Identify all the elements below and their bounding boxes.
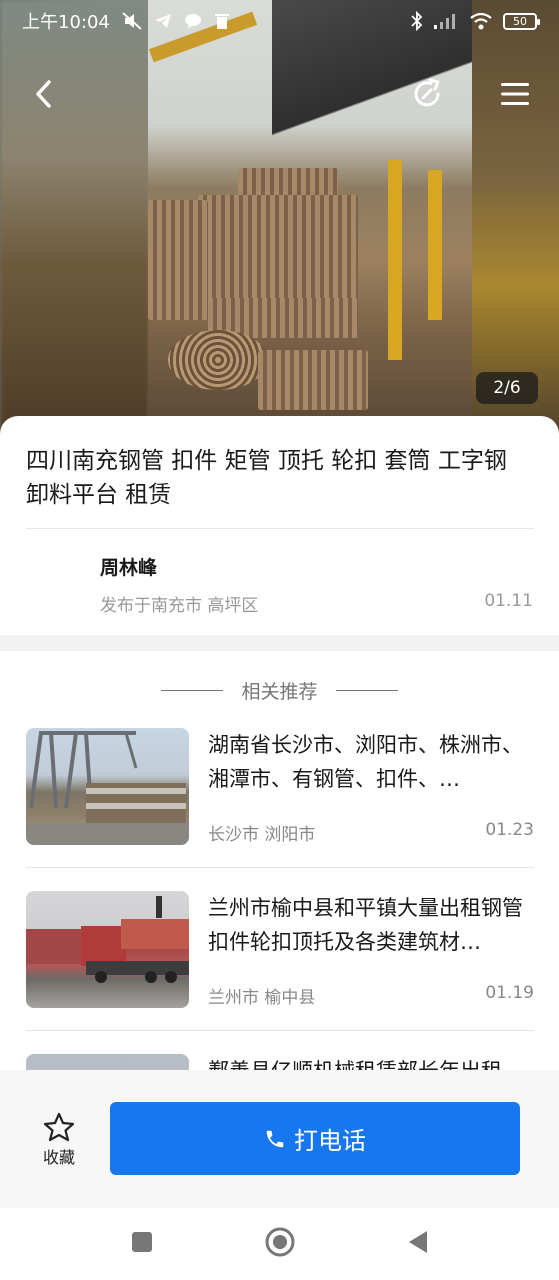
menu-button[interactable] (493, 72, 537, 116)
signal-icon (434, 14, 455, 29)
share-icon (414, 78, 440, 107)
phone-icon (266, 1130, 284, 1147)
back-nav-button[interactable] (406, 1229, 430, 1259)
list-item-title: 兰州市榆中县和平镇大量出租钢管扣件轮扣顶托及各类建筑材… (208, 896, 523, 954)
favorite-label: 收藏 (42, 1148, 75, 1167)
thumbnail-image (26, 728, 189, 845)
thumbnail-image (26, 891, 189, 1008)
trash-icon (214, 14, 229, 29)
hamburger-menu-icon (501, 83, 529, 105)
wifi-icon (470, 12, 492, 30)
battery-icon: 50 (503, 12, 540, 30)
chevron-left-icon (36, 80, 51, 108)
gallery-prev-preview (0, 0, 150, 440)
list-item-title: 湖南省长沙市、浏阳市、株洲市、湘潭市、有钢管、扣件、… (208, 733, 523, 791)
section-heading: 相关推荐 (0, 677, 559, 704)
triangle-back-icon (408, 1231, 427, 1253)
share-button[interactable] (406, 72, 450, 116)
divider (26, 867, 534, 868)
image-gallery[interactable]: 上午10:04 50 2/6 (0, 0, 559, 440)
list-item[interactable]: 湖南省长沙市、浏阳市、株洲市、湘潭市、有钢管、扣件、… 长沙市 浏阳市 01.2… (26, 728, 534, 848)
telegram-icon (154, 14, 171, 28)
mute-icon (122, 12, 142, 30)
divider (26, 528, 534, 529)
bluetooth-icon (411, 11, 423, 31)
divider (26, 1030, 534, 1031)
listing-title: 四川南充钢管 扣件 矩管 顶托 轮扣 套筒 工字钢 卸料平台 租赁 (26, 448, 507, 508)
bottom-action-bar: 收藏 打电话 (0, 1070, 559, 1208)
square-icon (131, 1232, 152, 1252)
list-item-date: 01.23 (485, 820, 534, 840)
chat-icon (184, 14, 201, 29)
recents-button[interactable] (130, 1230, 154, 1258)
call-button[interactable]: 打电话 (110, 1102, 520, 1175)
author-name[interactable]: 周林峰 (100, 553, 157, 580)
star-icon (43, 1112, 75, 1142)
list-item-date: 01.19 (485, 983, 534, 1003)
list-item-location: 长沙市 浏阳市 (208, 825, 316, 845)
listing-detail-card: 四川南充钢管 扣件 矩管 顶托 轮扣 套筒 工字钢 卸料平台 租赁 周林峰 发布… (0, 416, 559, 635)
favorite-button[interactable]: 收藏 (30, 1112, 88, 1168)
circle-home-icon (265, 1227, 294, 1257)
status-bar: 上午10:04 50 (0, 0, 559, 42)
list-item[interactable]: 兰州市榆中县和平镇大量出租钢管扣件轮扣顶托及各类建筑材… 兰州市 榆中县 01.… (26, 891, 534, 1011)
image-counter: 2/6 (476, 372, 538, 404)
call-button-label: 打电话 (294, 1127, 366, 1155)
section-heading-label: 相关推荐 (241, 681, 318, 703)
system-navigation-bar (0, 1208, 559, 1280)
back-button[interactable] (22, 72, 66, 116)
listing-location: 发布于南充市 高坪区 (100, 596, 259, 616)
status-time: 上午10:04 (22, 12, 110, 33)
list-item-location: 兰州市 榆中县 (208, 988, 316, 1008)
gallery-photo (148, 0, 472, 418)
home-button[interactable] (264, 1226, 296, 1262)
listing-date: 01.11 (484, 591, 533, 611)
